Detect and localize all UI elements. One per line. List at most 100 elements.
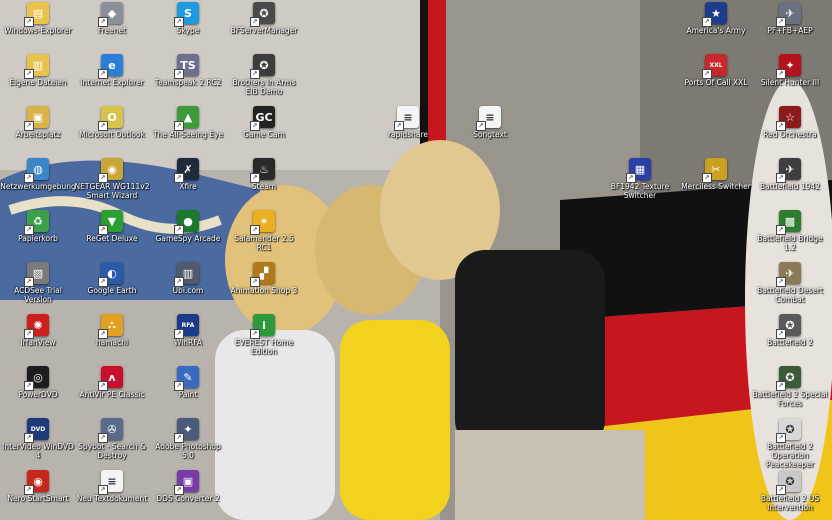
desktop-icon-label: Ports Of Call XXL <box>684 78 748 87</box>
desktop-icon-acdsee[interactable]: ▧ ↗ ACDSee Trial Version <box>0 262 76 304</box>
shortcut-arrow-icon: ↗ <box>24 121 34 131</box>
desktop-icon-silent-hunter[interactable]: ✦ ↗ Silent Hunter III <box>752 54 828 87</box>
desktop-icon-bf1942-texture-switcher[interactable]: ▦ ↗ BF1942 Texture Switcher <box>602 158 678 200</box>
shortcut-arrow-icon: ↗ <box>776 329 786 339</box>
desktop-icon-google-earth[interactable]: ◐ ↗ Google Earth <box>74 262 150 295</box>
shortcut-arrow-icon: ↗ <box>24 329 34 339</box>
desktop-icon-label: Brothers In Arms EIB Demo <box>232 78 296 96</box>
desktop-icon-regel-deluxe[interactable]: ▼ ↗ ReGet Deluxe <box>74 210 150 243</box>
shortcut-arrow-icon: ↗ <box>776 17 786 27</box>
shortcut-arrow-icon: ↗ <box>24 17 34 27</box>
desktop-icon-label: Windows-Explorer <box>4 26 72 35</box>
desktop-icon-antivir[interactable]: ʌ ↗ AntiVir PE Classic <box>74 366 150 399</box>
desktop-icon-game-cam[interactable]: GC ↗ Game Cam <box>226 106 302 139</box>
desktop-icon-americas-army[interactable]: ★ ↗ America's Army <box>678 2 754 35</box>
shortcut-arrow-icon: ↗ <box>776 433 786 443</box>
desktop-icon-brothers-in-arms[interactable]: ✪ ↗ Brothers In Arms EIB Demo <box>226 54 302 96</box>
desktop-icon-label: Arbeitsplatz <box>15 130 61 139</box>
desktop-icon-label: Animation Shop 3 <box>230 286 298 295</box>
desktop-icon-pf-fb-aep[interactable]: ✈ ↗ PF+FB+AEP <box>752 2 828 35</box>
desktop-icon-label: rapidshare <box>387 130 429 139</box>
desktop-icon-skype[interactable]: S ↗ Skype <box>150 2 226 35</box>
desktop-icon-label: NETGEAR WG111v2 Smart Wizard <box>74 182 150 200</box>
shortcut-arrow-icon: ↗ <box>174 17 184 27</box>
desktop-icon-label: Adobe Photoshop 5.0 <box>155 442 221 460</box>
desktop-icon-bf2-special-forces[interactable]: ✪ ↗ Battlefield 2 Special Forces <box>752 366 828 408</box>
desktop-icon-netzwerkumgebung[interactable]: ◍ ↗ Netzwerkumgebung <box>0 158 76 191</box>
desktop-icon-songtext[interactable]: ≡ ↗ Songtext <box>452 106 528 139</box>
desktop-icon-internet-explorer[interactable]: e ↗ Internet Explorer <box>74 54 150 87</box>
desktop-icon-merciless-switcher[interactable]: ✂ ↗ Merciless Switcher <box>678 158 754 191</box>
shortcut-arrow-icon: ↗ <box>702 17 712 27</box>
desktop-icon-animation-shop[interactable]: ▞ ↗ Animation Shop 3 <box>226 262 302 295</box>
desktop-icon-ports-of-call[interactable]: XXL ↗ Ports Of Call XXL <box>678 54 754 87</box>
desktop-icon-label: America's Army <box>686 26 746 35</box>
desktop-icon-everest[interactable]: i ↗ EVEREST Home Edition <box>226 314 302 356</box>
desktop-icon-netgear[interactable]: ◉ ↗ NETGEAR WG111v2 Smart Wizard <box>74 158 150 200</box>
desktop-icon-nero-startsmart[interactable]: ◉ ↗ Nero StartSmart <box>0 470 76 503</box>
desktop-icon-bf-server-manager[interactable]: ✪ ↗ BFServerManager <box>226 2 302 35</box>
desktop-icon-label: Steam <box>251 182 277 191</box>
shortcut-arrow-icon: ↗ <box>24 69 34 79</box>
desktop-icon-neu-textdokument[interactable]: ≡ ↗ Neu Textdokument <box>74 470 150 503</box>
desktop-icon-xfire[interactable]: ✗ ↗ Xfire <box>150 158 226 191</box>
desktop: ▤ ↗ Windows-Explorer ◆ ↗ Freenet S ↗ Skype ✪ ↗ BFSe… <box>0 0 832 520</box>
desktop-icon-label: Spybot - Search & Destroy <box>78 442 146 460</box>
shortcut-arrow-icon: ↗ <box>98 329 108 339</box>
desktop-icon-teamspeak[interactable]: TS ↗ Teamspeak 2 RC2 <box>150 54 226 87</box>
desktop-icon-powerdvd[interactable]: ◎ ↗ PowerDVD <box>0 366 76 399</box>
shortcut-arrow-icon: ↗ <box>702 173 712 183</box>
desktop-icon-photoshop[interactable]: ✦ ↗ Adobe Photoshop 5.0 <box>150 418 226 460</box>
desktop-icon-label: The All-Seeing Eye <box>152 130 224 139</box>
desktop-icon-freenet[interactable]: ◆ ↗ Freenet <box>74 2 150 35</box>
shortcut-arrow-icon: ↗ <box>250 225 260 235</box>
shortcut-arrow-icon: ↗ <box>174 173 184 183</box>
shortcut-arrow-icon: ↗ <box>250 121 260 131</box>
desktop-icon-interVideo[interactable]: DVD ↗ InterVideo WinDVD 4 <box>0 418 76 460</box>
shortcut-arrow-icon: ↗ <box>98 277 108 287</box>
desktop-icon-label: Ubi.com <box>172 286 204 295</box>
desktop-icon-battlefield-bridge[interactable]: ▩ ↗ Battlefield Bridge 1.2 <box>752 210 828 252</box>
shortcut-arrow-icon: ↗ <box>776 121 786 131</box>
desktop-icon-label: Silent Hunter III <box>760 78 820 87</box>
shortcut-arrow-icon: ↗ <box>98 433 108 443</box>
shortcut-arrow-icon: ↗ <box>174 329 184 339</box>
desktop-icon-label: PowerDVD <box>18 390 58 399</box>
desktop-icon-dds-converter[interactable]: ▣ ↗ DDS Converter 2 <box>150 470 226 503</box>
desktop-icon-bf2-us-intervention[interactable]: ✪ ↗ Battlefield 2 US Intervention <box>752 470 828 512</box>
shortcut-arrow-icon: ↗ <box>776 69 786 79</box>
desktop-icon-ubi-com[interactable]: ▥ ↗ Ubi.com <box>150 262 226 295</box>
desktop-icon-steam[interactable]: ♨ ↗ Steam <box>226 158 302 191</box>
desktop-icon-label: BFServerManager <box>230 26 298 35</box>
desktop-icon-battlefield-1942[interactable]: ✈ ↗ Battlefield 1942 <box>752 158 828 191</box>
desktop-icon-winrfa[interactable]: RFA ↗ WinRFA <box>150 314 226 347</box>
desktop-icon-salamander[interactable]: ✶ ↗ Salamander 2.5 RC1 <box>226 210 302 252</box>
desktop-icon-label: PF+FB+AEP <box>767 26 813 35</box>
desktop-icon-label: ReGet Deluxe <box>86 234 138 243</box>
desktop-icon-rapidshare[interactable]: ≡ ↗ rapidshare <box>370 106 446 139</box>
desktop-icon-hamachi[interactable]: ∴ ↗ hamachi <box>74 314 150 347</box>
desktop-icon-windows-explorer[interactable]: ▤ ↗ Windows-Explorer <box>0 2 76 35</box>
desktop-icon-label: DDS Converter 2 <box>156 494 220 503</box>
desktop-icon-irfanview[interactable]: ✺ ↗ IrfanView <box>0 314 76 347</box>
desktop-icon-eigene-dateien[interactable]: ▥ ↗ Eigene Dateien <box>0 54 76 87</box>
desktop-icon-microsoft-outlook[interactable]: O ↗ Microsoft Outlook <box>74 106 150 139</box>
shortcut-arrow-icon: ↗ <box>174 381 184 391</box>
desktop-icon-bf2-operation-peacekeeper[interactable]: ✪ ↗ Battlefield 2 Operation Peacekeeper <box>752 418 828 469</box>
desktop-icon-label: Game Cam <box>243 130 285 139</box>
desktop-icon-label: Eigene Dateien <box>9 78 67 87</box>
desktop-icon-label: AntiVir PE Classic <box>79 390 145 399</box>
desktop-icon-papierkorb[interactable]: ♻ ↗ Papierkorb <box>0 210 76 243</box>
desktop-icon-gamespy-arcade[interactable]: ● ↗ GameSpy Arcade <box>150 210 226 243</box>
desktop-icon-label: ACDSee Trial Version <box>14 286 62 304</box>
desktop-icon-all-seeing-eye[interactable]: ▲ ↗ The All-Seeing Eye <box>150 106 226 139</box>
desktop-icon-spybot[interactable]: ✇ ↗ Spybot - Search & Destroy <box>74 418 150 460</box>
shortcut-arrow-icon: ↗ <box>776 485 786 495</box>
desktop-icon-label: Google Earth <box>87 286 137 295</box>
desktop-icon-battlefield-desert-combat[interactable]: ✈ ↗ Battlefield Desert Combat <box>752 262 828 304</box>
desktop-icon-paint[interactable]: ✎ ↗ Paint <box>150 366 226 399</box>
desktop-icon-battlefield-2[interactable]: ✪ ↗ Battlefield 2 <box>752 314 828 347</box>
desktop-icon-red-orchestra[interactable]: ☆ ↗ Red Orchestra <box>752 106 828 139</box>
desktop-icon-arbeitsplatz[interactable]: ▣ ↗ Arbeitsplatz <box>0 106 76 139</box>
desktop-icon-label: Microsoft Outlook <box>79 130 145 139</box>
